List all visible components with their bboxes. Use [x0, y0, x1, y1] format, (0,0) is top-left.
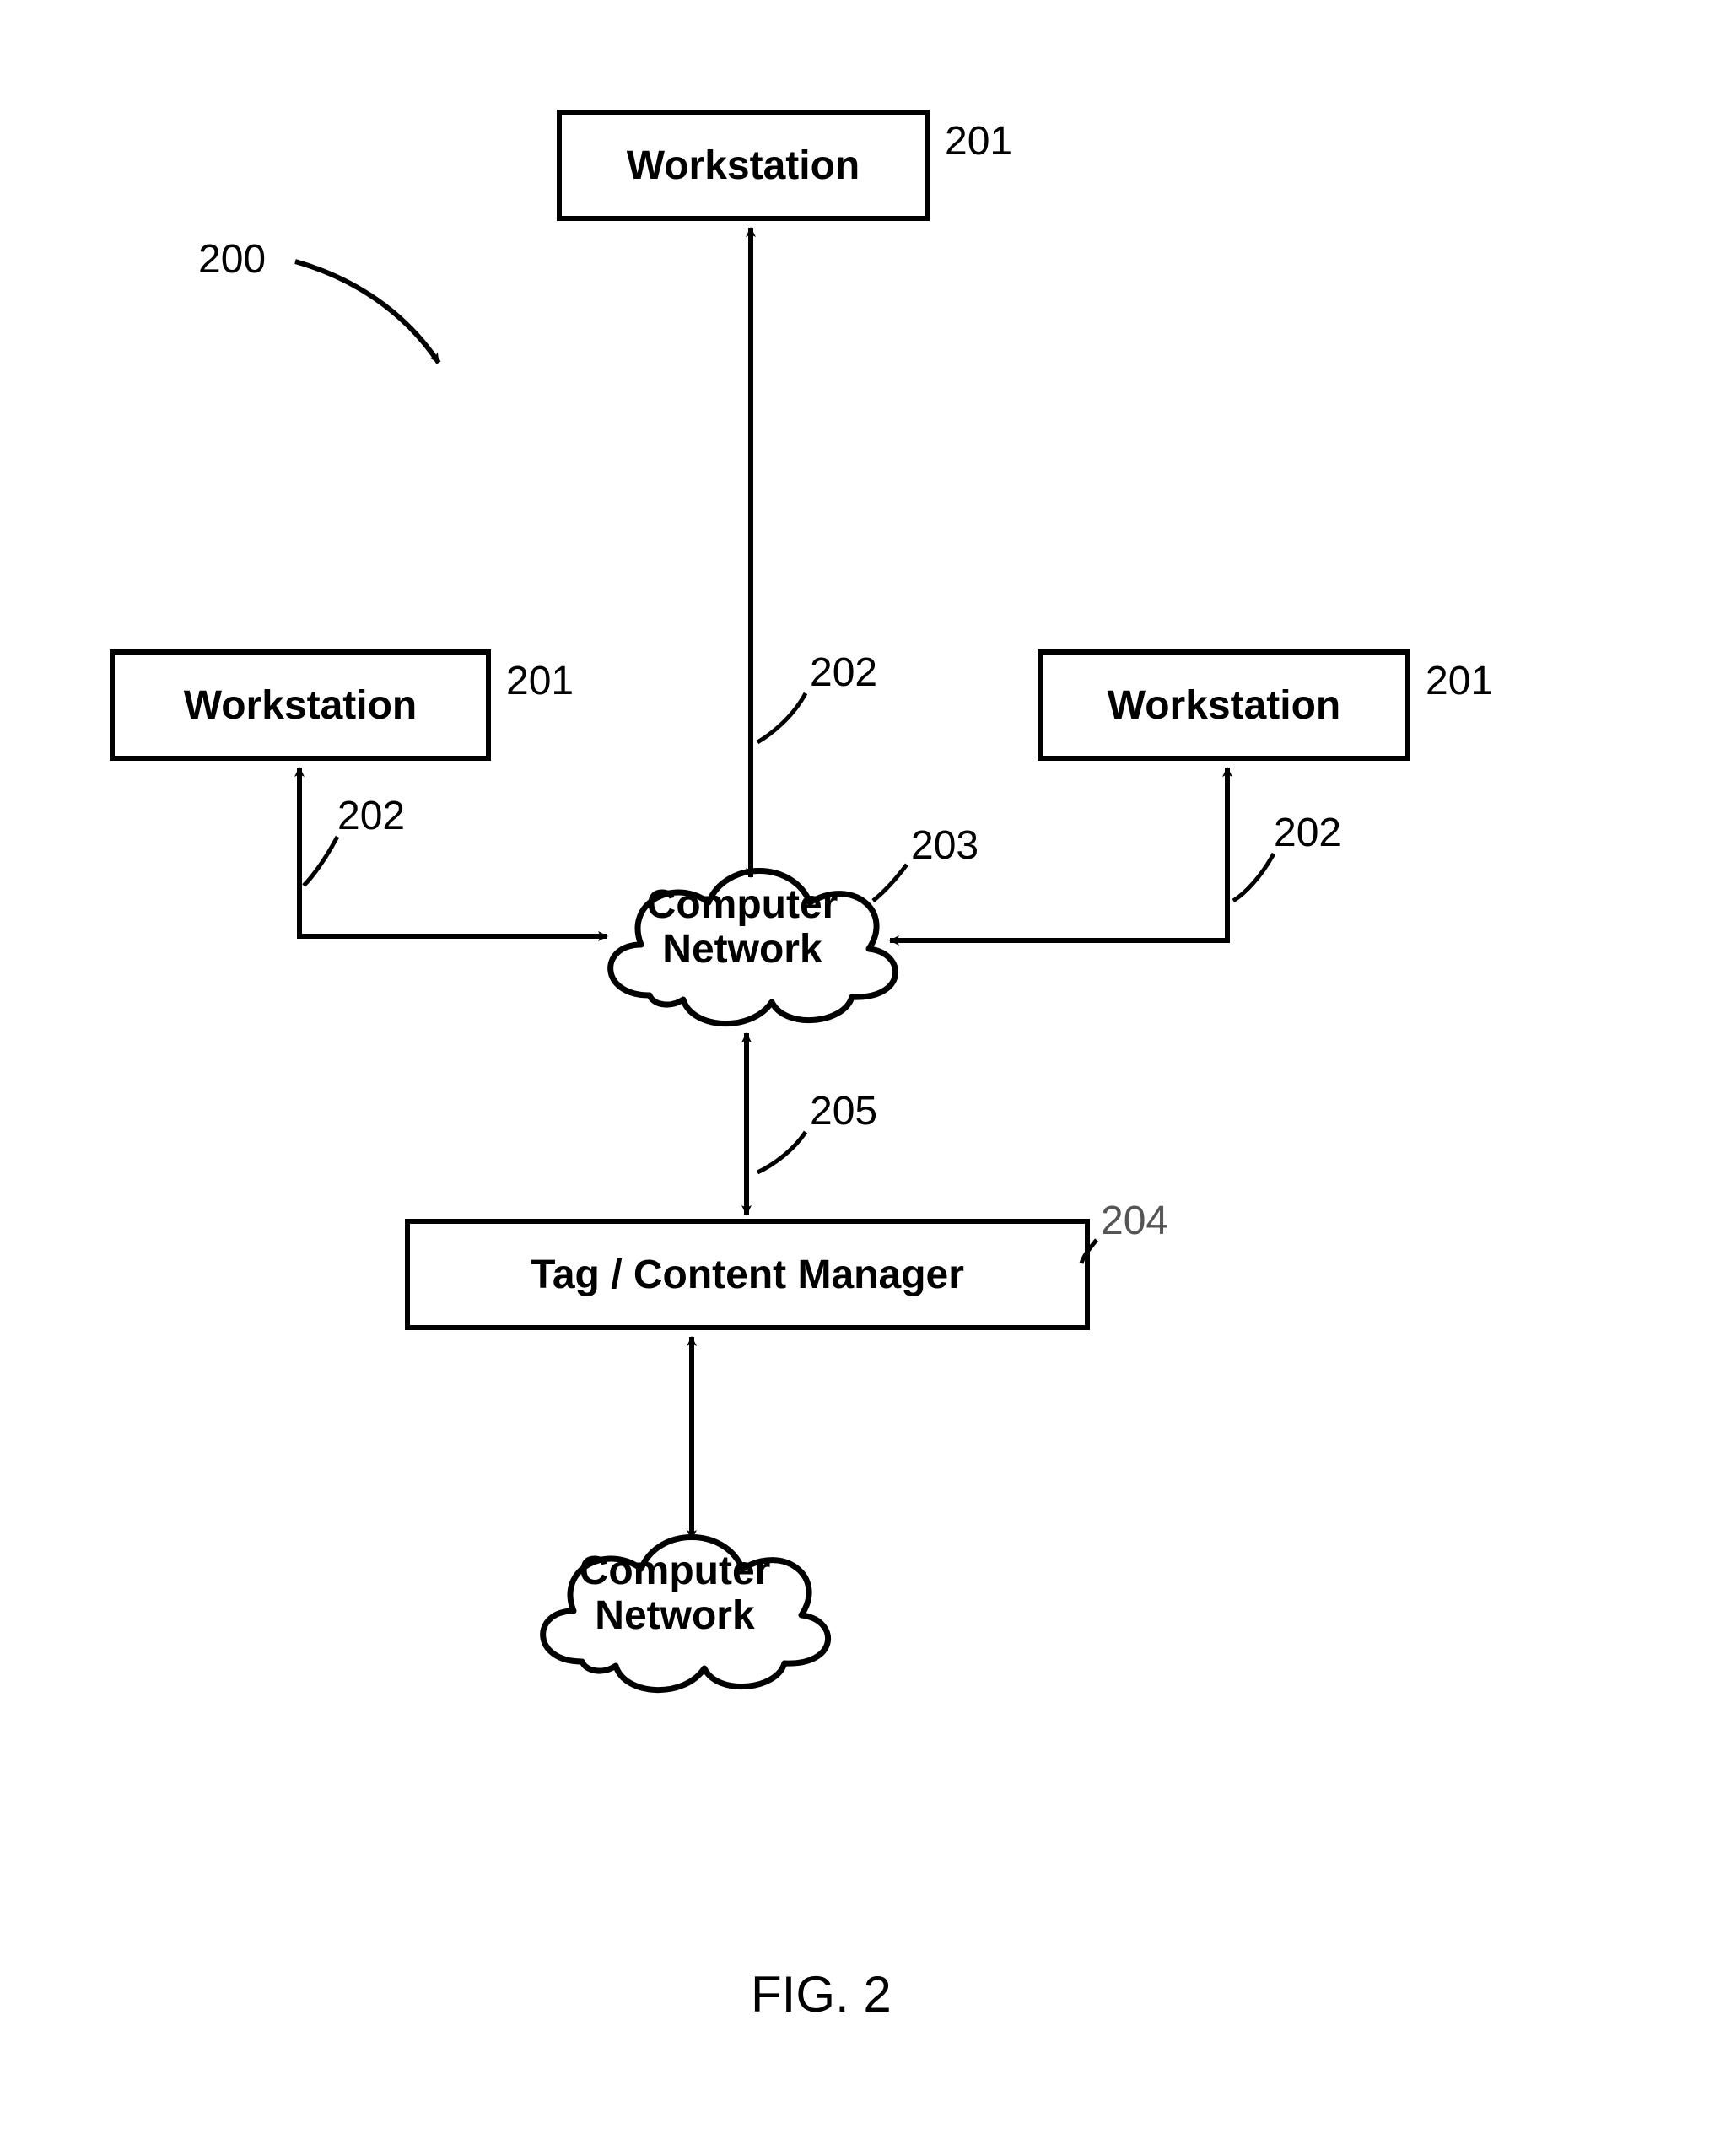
node-workstation-top: Workstation	[557, 110, 930, 221]
ref-link-top: 202	[810, 649, 877, 696]
ref-workstation-top: 201	[945, 118, 1012, 164]
ref-link-left: 202	[337, 793, 405, 839]
ref-workstation-left: 201	[506, 658, 574, 704]
ref-link-right: 202	[1274, 810, 1341, 856]
node-label: Workstation	[1108, 682, 1340, 729]
diagram-canvas: Workstation 201 Workstation 201 Workstat…	[0, 0, 1736, 2155]
node-network-upper: Computer Network	[574, 818, 911, 1037]
arrows-overlay	[0, 0, 1736, 2155]
ref-network-upper: 203	[911, 822, 979, 869]
ref-workstation-right: 201	[1426, 658, 1493, 704]
node-label: Workstation	[627, 143, 860, 189]
node-label: Tag / Content Manager	[531, 1252, 964, 1298]
ref-link-net-mgr: 205	[810, 1088, 877, 1134]
ref-tag-manager: 204	[1101, 1198, 1168, 1244]
node-workstation-right: Workstation	[1038, 649, 1410, 761]
ref-system: 200	[198, 236, 266, 283]
node-network-lower: Computer Network	[506, 1484, 844, 1704]
node-tag-manager: Tag / Content Manager	[405, 1219, 1090, 1330]
node-workstation-left: Workstation	[110, 649, 491, 761]
figure-caption: FIG. 2	[751, 1965, 892, 2023]
node-label: Workstation	[184, 682, 417, 729]
